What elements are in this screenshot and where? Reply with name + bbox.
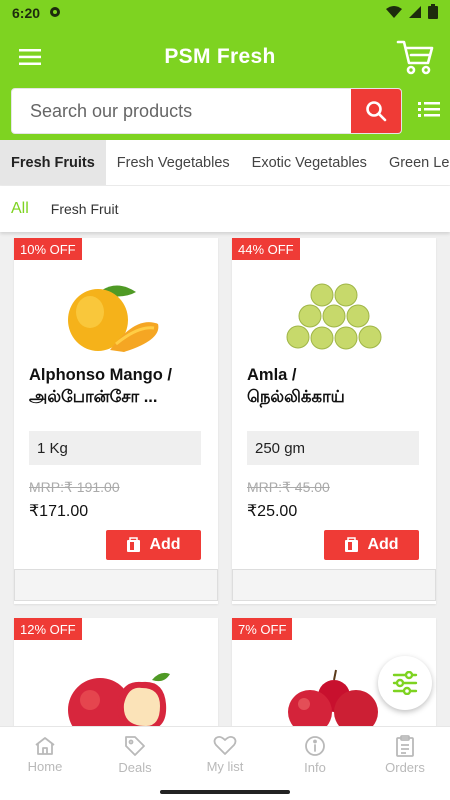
heart-icon (213, 735, 237, 755)
tab-fresh-vegetables[interactable]: Fresh Vegetables (106, 140, 241, 185)
list-icon (418, 102, 440, 117)
bottom-nav: Home Deals My list Info Orders (0, 726, 450, 782)
bag-icon (127, 537, 141, 552)
nav-home-label: Home (27, 758, 63, 774)
bag-icon (345, 537, 359, 552)
discount-badge: 12% OFF (14, 618, 82, 640)
nav-orders[interactable]: Orders (360, 727, 450, 782)
tag-icon (125, 735, 145, 756)
filter-sliders-icon (392, 671, 418, 695)
cart-button[interactable] (380, 26, 450, 88)
sale-price: ₹171.00 (29, 503, 89, 520)
search-input[interactable] (12, 89, 351, 133)
discount-badge: 44% OFF (232, 238, 300, 260)
app-bar: PSM Fresh (0, 26, 450, 88)
nav-home[interactable]: Home (0, 727, 90, 782)
nav-deals-label: Deals (118, 759, 152, 775)
nav-my-list-label: My list (206, 759, 244, 774)
quantity-selector[interactable]: 250 gm (247, 431, 419, 465)
card-footer (14, 569, 218, 601)
nav-orders-label: Orders (385, 759, 425, 775)
product-name-line1: Amla / (247, 366, 297, 384)
search-row (0, 88, 450, 140)
nav-info[interactable]: Info (270, 727, 360, 782)
product-name-line2: நெல்லிக்காய் (247, 388, 345, 406)
nav-info-label: Info (304, 759, 326, 775)
discount-badge: 10% OFF (14, 238, 82, 260)
notification-icon (48, 5, 62, 22)
quantity-selector[interactable]: 1 Kg (29, 431, 201, 465)
gesture-handle[interactable] (160, 790, 290, 794)
status-bar: 6:20 (0, 0, 450, 26)
search-icon (366, 101, 387, 122)
search-button[interactable] (351, 89, 401, 133)
sale-price: ₹25.00 (247, 503, 298, 520)
product-card[interactable]: 12% OFF (14, 618, 218, 726)
nav-my-list[interactable]: My list (180, 727, 270, 782)
cart-icon (396, 40, 434, 75)
product-name-line1: Alphonso Mango / (29, 366, 172, 384)
home-icon (35, 736, 55, 755)
gesture-bar (0, 782, 450, 800)
clipboard-icon (396, 734, 414, 757)
app-title: PSM Fresh (164, 45, 276, 68)
mrp-price: MRP:₹ 45.00 (247, 479, 330, 495)
add-label: Add (149, 536, 181, 553)
add-to-cart-button[interactable]: Add (106, 530, 201, 560)
mrp-price: MRP:₹ 191.00 (29, 479, 120, 495)
amla-image (286, 283, 382, 350)
status-time: 6:20 (12, 5, 41, 21)
category-tabs: Fresh Fruits Fresh Vegetables Exotic Veg… (0, 140, 450, 186)
tab-exotic-vegetables[interactable]: Exotic Vegetables (241, 140, 378, 185)
info-icon (305, 735, 325, 756)
filter-button[interactable] (378, 656, 432, 710)
battery-icon (428, 4, 438, 22)
tab-fresh-fruits[interactable]: Fresh Fruits (0, 140, 106, 185)
hamburger-icon (19, 49, 41, 65)
add-to-cart-button[interactable]: Add (324, 530, 419, 560)
mango-image (68, 285, 159, 352)
add-label: Add (367, 536, 399, 553)
product-card[interactable]: 44% OFF Amla / நெல்லிக்காய் 250 gm MRP:₹… (232, 238, 436, 604)
tab-green-leaves[interactable]: Green Le (378, 140, 450, 185)
product-card[interactable]: 10% OFF Alphonso Mango / அல்போன்சோ ... 1… (14, 238, 218, 604)
search-box (11, 88, 402, 134)
wifi-icon (386, 5, 402, 22)
signal-icon (408, 5, 422, 22)
card-footer (232, 569, 436, 601)
product-name: Alphonso Mango / அல்போன்சோ ... (29, 364, 209, 408)
subcategory-tabs: All Fresh Fruit (0, 186, 450, 232)
discount-badge: 7% OFF (232, 618, 293, 640)
list-view-button[interactable] (418, 101, 444, 123)
apple-image (68, 672, 170, 726)
nav-deals[interactable]: Deals (90, 727, 180, 782)
product-name-line2: அல்போன்சோ ... (29, 388, 158, 406)
product-name: Amla / நெல்லிக்காய் (247, 364, 427, 408)
subtab-all[interactable]: All (0, 186, 40, 232)
subtab-fresh-fruit[interactable]: Fresh Fruit (40, 201, 130, 217)
menu-button[interactable] (0, 26, 60, 88)
